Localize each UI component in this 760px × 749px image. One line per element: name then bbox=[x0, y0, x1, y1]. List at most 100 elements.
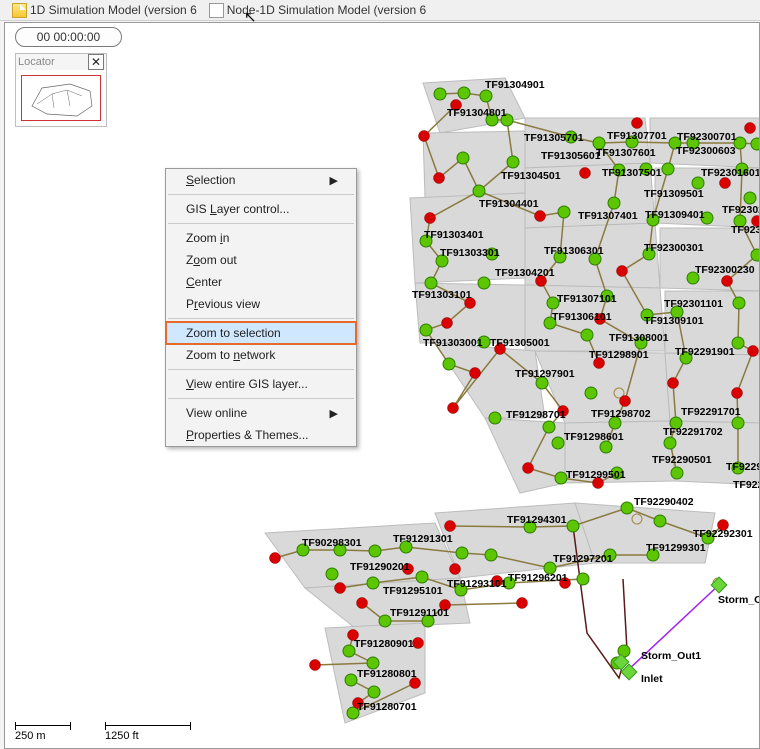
node-red[interactable] bbox=[718, 520, 729, 531]
node-green[interactable] bbox=[486, 114, 498, 126]
node-green[interactable] bbox=[297, 544, 309, 556]
menu-item-gis-layer-control[interactable]: GIS Layer control... bbox=[166, 198, 356, 220]
node-red[interactable] bbox=[357, 598, 368, 609]
node-green[interactable] bbox=[626, 136, 638, 148]
node-green[interactable] bbox=[536, 377, 548, 389]
node-green[interactable] bbox=[507, 156, 519, 168]
node-red[interactable] bbox=[419, 131, 430, 142]
node-green[interactable] bbox=[733, 297, 745, 309]
node-green[interactable] bbox=[671, 467, 683, 479]
node-green[interactable] bbox=[601, 290, 613, 302]
node-green[interactable] bbox=[593, 137, 605, 149]
node-green[interactable] bbox=[422, 615, 434, 627]
node-green[interactable] bbox=[567, 520, 579, 532]
node-red[interactable] bbox=[470, 368, 481, 379]
node-green[interactable] bbox=[436, 255, 448, 267]
node-red[interactable] bbox=[413, 638, 424, 649]
node-red[interactable] bbox=[560, 578, 571, 589]
node-green[interactable] bbox=[543, 421, 555, 433]
node-red[interactable] bbox=[523, 463, 534, 474]
node-green[interactable] bbox=[480, 90, 492, 102]
node-green[interactable] bbox=[734, 215, 746, 227]
node-green[interactable] bbox=[744, 192, 756, 204]
node-red[interactable] bbox=[593, 478, 604, 489]
node-red[interactable] bbox=[440, 600, 451, 611]
node-red[interactable] bbox=[450, 564, 461, 575]
node-green[interactable] bbox=[473, 185, 485, 197]
node-red[interactable] bbox=[594, 358, 605, 369]
node-red[interactable] bbox=[442, 318, 453, 329]
node-red[interactable] bbox=[448, 403, 459, 414]
node-green[interactable] bbox=[581, 329, 593, 341]
node-red[interactable] bbox=[335, 583, 346, 594]
node-green[interactable] bbox=[457, 152, 469, 164]
node-green[interactable] bbox=[608, 197, 620, 209]
node-red[interactable] bbox=[617, 266, 628, 277]
network-canvas[interactable]: TF91304901TF91304801TF91305701TF91307701… bbox=[5, 23, 759, 748]
node-green[interactable] bbox=[334, 544, 346, 556]
node-green[interactable] bbox=[671, 306, 683, 318]
node-green[interactable] bbox=[751, 138, 759, 150]
node-green[interactable] bbox=[456, 547, 468, 559]
node-green[interactable] bbox=[458, 87, 470, 99]
node-green[interactable] bbox=[687, 137, 699, 149]
menu-item-center[interactable]: Center bbox=[166, 271, 356, 293]
node-green[interactable] bbox=[680, 352, 692, 364]
node-green[interactable] bbox=[379, 615, 391, 627]
node-red[interactable] bbox=[353, 698, 364, 709]
node-green[interactable] bbox=[600, 441, 612, 453]
node-green[interactable] bbox=[503, 577, 515, 589]
node-green[interactable] bbox=[565, 131, 577, 143]
node-red[interactable] bbox=[492, 576, 503, 587]
node-green[interactable] bbox=[367, 577, 379, 589]
node-green[interactable] bbox=[367, 657, 379, 669]
node-green[interactable] bbox=[326, 568, 338, 580]
node-green[interactable] bbox=[425, 277, 437, 289]
menu-item-zoom-out[interactable]: Zoom out bbox=[166, 249, 356, 271]
node-green[interactable] bbox=[345, 674, 357, 686]
node-green[interactable] bbox=[369, 545, 381, 557]
node-green[interactable] bbox=[501, 114, 513, 126]
node-green[interactable] bbox=[486, 248, 498, 260]
node-red[interactable] bbox=[536, 276, 547, 287]
node-green[interactable] bbox=[585, 387, 597, 399]
node-green[interactable] bbox=[524, 521, 536, 533]
node-green[interactable] bbox=[485, 549, 497, 561]
node-red[interactable] bbox=[668, 378, 679, 389]
node-red[interactable] bbox=[425, 213, 436, 224]
node-green[interactable] bbox=[416, 571, 428, 583]
node-green[interactable] bbox=[443, 358, 455, 370]
menu-item-zoom-to-selection[interactable]: Zoom to selection bbox=[166, 322, 356, 344]
node-green[interactable] bbox=[434, 88, 446, 100]
node-green[interactable] bbox=[621, 502, 633, 514]
node-green[interactable] bbox=[478, 336, 490, 348]
node-red[interactable] bbox=[445, 521, 456, 532]
node-red[interactable] bbox=[403, 564, 414, 575]
node-green[interactable] bbox=[577, 573, 589, 585]
menu-item-zoom-in[interactable]: Zoom in bbox=[166, 227, 356, 249]
node-green[interactable] bbox=[641, 309, 653, 321]
node-green[interactable] bbox=[732, 337, 744, 349]
menu-item-zoom-to-network[interactable]: Zoom to network bbox=[166, 344, 356, 366]
node-green[interactable] bbox=[687, 272, 699, 284]
node-green[interactable] bbox=[647, 549, 659, 561]
node-green[interactable] bbox=[613, 164, 625, 176]
node-red[interactable] bbox=[517, 598, 528, 609]
node-green[interactable] bbox=[647, 214, 659, 226]
node-green[interactable] bbox=[640, 163, 652, 175]
node-green[interactable] bbox=[732, 462, 744, 474]
node-green[interactable] bbox=[489, 412, 501, 424]
node-green[interactable] bbox=[736, 163, 748, 175]
node-red[interactable] bbox=[535, 211, 546, 222]
node-green[interactable] bbox=[400, 541, 412, 553]
tab-sim-model-1[interactable]: 1D Simulation Model (version 6 bbox=[6, 1, 203, 19]
node-green[interactable] bbox=[734, 137, 746, 149]
menu-item-properties-themes[interactable]: Properties & Themes... bbox=[166, 424, 356, 446]
node-red[interactable] bbox=[495, 344, 506, 355]
node-green[interactable] bbox=[544, 562, 556, 574]
node-red[interactable] bbox=[595, 314, 606, 325]
node-green[interactable] bbox=[558, 206, 570, 218]
node-green[interactable] bbox=[589, 253, 601, 265]
node-green[interactable] bbox=[347, 707, 359, 719]
node-green[interactable] bbox=[701, 212, 713, 224]
